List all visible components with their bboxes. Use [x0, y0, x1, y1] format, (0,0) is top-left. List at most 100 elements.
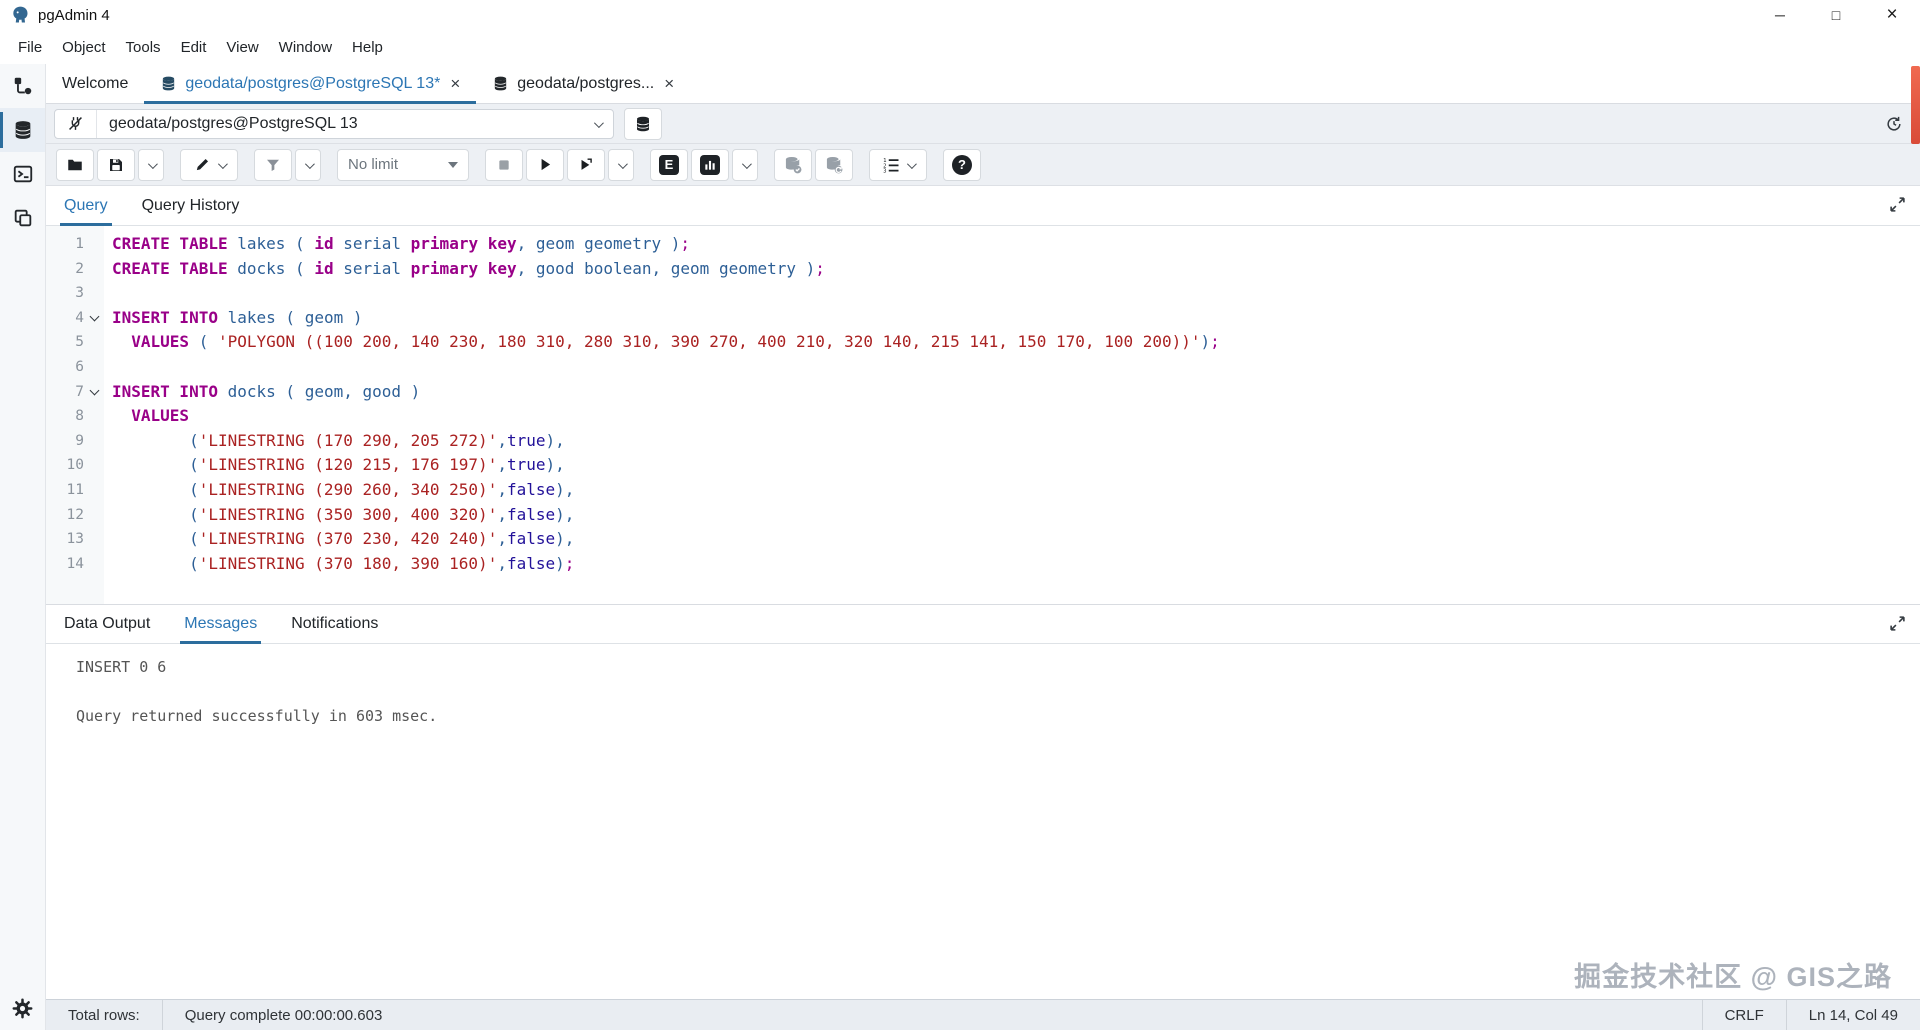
tab-query-label: Query — [64, 196, 108, 214]
menu-object[interactable]: Object — [52, 39, 115, 56]
output-tabbar: Data Output Messages Notifications — [46, 604, 1920, 644]
explain-button[interactable]: E — [650, 148, 688, 181]
menu-edit[interactable]: Edit — [171, 39, 217, 56]
help-button[interactable]: ? — [943, 148, 981, 181]
line-gutter: 5 — [46, 330, 104, 355]
tab-query-tool-label: geodata/postgres@PostgreSQL 13* — [185, 74, 441, 92]
connection-select[interactable]: geodata/postgres@PostgreSQL 13 — [54, 108, 614, 139]
tab-data-output[interactable]: Data Output — [60, 605, 154, 643]
filter-button[interactable] — [254, 148, 292, 181]
play-icon — [537, 156, 554, 173]
filter-options-button[interactable] — [295, 148, 321, 181]
menu-window[interactable]: Window — [269, 39, 342, 56]
explain-icon: E — [659, 154, 679, 175]
funnel-icon — [264, 156, 282, 174]
code-line[interactable]: 12 ('LINESTRING (350 300, 400 320)',fals… — [46, 503, 1920, 528]
code-line[interactable]: 8 VALUES — [46, 404, 1920, 429]
close-icon[interactable]: × — [1864, 0, 1920, 30]
code-line[interactable]: 2 CREATE TABLE docks ( id serial primary … — [46, 257, 1920, 282]
code-line[interactable]: 3 — [46, 281, 1920, 306]
line-gutter: 12 — [46, 503, 104, 528]
open-file-button[interactable] — [56, 148, 94, 181]
processes-button[interactable] — [0, 196, 45, 240]
line-gutter: 8 — [46, 404, 104, 429]
execute-button[interactable] — [526, 148, 564, 181]
new-connection-button[interactable] — [624, 107, 662, 140]
code-line[interactable]: 13 ('LINESTRING (370 230, 420 240)',fals… — [46, 527, 1920, 552]
explain-analyze-button[interactable] — [691, 148, 729, 181]
tab-notifications[interactable]: Notifications — [287, 605, 382, 643]
minimize-icon[interactable]: ─ — [1752, 0, 1808, 30]
menu-tools[interactable]: Tools — [116, 39, 171, 56]
code-line[interactable]: 4 INSERT INTO lakes ( geom ) — [46, 306, 1920, 331]
menu-view[interactable]: View — [216, 39, 268, 56]
line-number: 2 — [75, 260, 84, 277]
sql-editor[interactable]: 1 CREATE TABLE lakes ( id serial primary … — [46, 226, 1920, 604]
code-line[interactable]: 7 INSERT INTO docks ( geom, good ) — [46, 380, 1920, 405]
tab-data-output-label: Data Output — [64, 615, 151, 632]
database-icon — [160, 75, 177, 92]
rollback-button — [815, 148, 853, 181]
code-area[interactable]: 1 CREATE TABLE lakes ( id serial primary … — [46, 232, 1920, 576]
code-text: ('LINESTRING (370 180, 390 160)',false); — [189, 553, 575, 573]
history-clock-icon[interactable] — [1884, 114, 1904, 134]
tab-query-tool-2[interactable]: geodata/postgres... × — [476, 64, 690, 103]
save-options-button[interactable] — [138, 148, 164, 181]
tab-query-tool-active[interactable]: geodata/postgres@PostgreSQL 13* × — [144, 64, 477, 104]
tab-messages[interactable]: Messages — [180, 605, 262, 644]
save-button[interactable] — [97, 148, 135, 181]
code-line[interactable]: 11 ('LINESTRING (290 260, 340 250)',fals… — [46, 478, 1920, 503]
code-line[interactable]: 1 CREATE TABLE lakes ( id serial primary … — [46, 232, 1920, 257]
code-text: ('LINESTRING (290 260, 340 250)',false), — [189, 479, 575, 499]
code-text: ('LINESTRING (370 230, 420 240)',false), — [189, 529, 575, 549]
close-icon[interactable]: × — [450, 74, 460, 94]
expand-icon[interactable] — [1889, 196, 1906, 213]
fold-toggle-icon[interactable] — [84, 385, 104, 396]
window-title: pgAdmin 4 — [38, 6, 110, 24]
caret-down-icon — [448, 161, 458, 168]
pencil-icon — [194, 156, 211, 173]
code-line[interactable]: 5 VALUES ( 'POLYGON ((100 200, 140 230, … — [46, 330, 1920, 355]
line-number: 8 — [75, 408, 84, 425]
menu-help[interactable]: Help — [342, 39, 393, 56]
execute-script-button[interactable] — [567, 148, 605, 181]
svg-text:3: 3 — [883, 168, 886, 174]
menu-file[interactable]: File — [8, 39, 52, 56]
tab-query-history[interactable]: Query History — [138, 186, 244, 225]
code-line[interactable]: 9 ('LINESTRING (170 290, 205 272)',true)… — [46, 429, 1920, 454]
code-line[interactable]: 6 — [46, 355, 1920, 380]
code-line[interactable]: 14 ('LINESTRING (370 180, 390 160)',fals… — [46, 552, 1920, 577]
line-gutter: 10 — [46, 453, 104, 478]
tab-messages-label: Messages — [184, 615, 258, 632]
macros-button[interactable]: 123 — [869, 148, 927, 181]
maximize-icon[interactable]: □ — [1808, 0, 1864, 30]
tab-query[interactable]: Query — [60, 186, 112, 226]
database-icon — [12, 119, 34, 141]
code-line[interactable]: 10 ('LINESTRING (120 215, 176 197)',true… — [46, 453, 1920, 478]
execute-options-button[interactable] — [608, 148, 634, 181]
question-icon: ? — [952, 154, 972, 175]
document-tabbar: Welcome geodata/postgres@PostgreSQL 13* … — [46, 64, 1920, 144]
explain-options-button[interactable] — [732, 148, 758, 181]
settings-button[interactable] — [0, 986, 45, 1030]
stop-button — [485, 148, 523, 181]
code-text: ('LINESTRING (350 300, 400 320)',false), — [189, 504, 575, 524]
tab-scrollbar[interactable] — [1911, 66, 1920, 144]
code-text: VALUES — [131, 406, 190, 426]
expand-icon[interactable] — [1889, 615, 1906, 632]
fold-toggle-icon[interactable] — [84, 311, 104, 322]
object-explorer-button[interactable] — [0, 64, 45, 108]
query-tool-dock-button[interactable] — [0, 108, 45, 152]
close-icon[interactable]: × — [664, 74, 674, 94]
line-gutter: 9 — [46, 429, 104, 454]
message-query-success: Query returned successfully in 603 msec. — [76, 707, 438, 725]
line-gutter: 14 — [46, 552, 104, 577]
gear-icon — [11, 997, 34, 1020]
psql-tool-button[interactable] — [0, 152, 45, 196]
play-script-icon — [578, 156, 595, 173]
row-limit-select[interactable]: No limit — [337, 148, 469, 181]
tab-welcome[interactable]: Welcome — [46, 64, 144, 103]
edit-button[interactable] — [180, 148, 238, 181]
line-number: 10 — [66, 457, 84, 474]
